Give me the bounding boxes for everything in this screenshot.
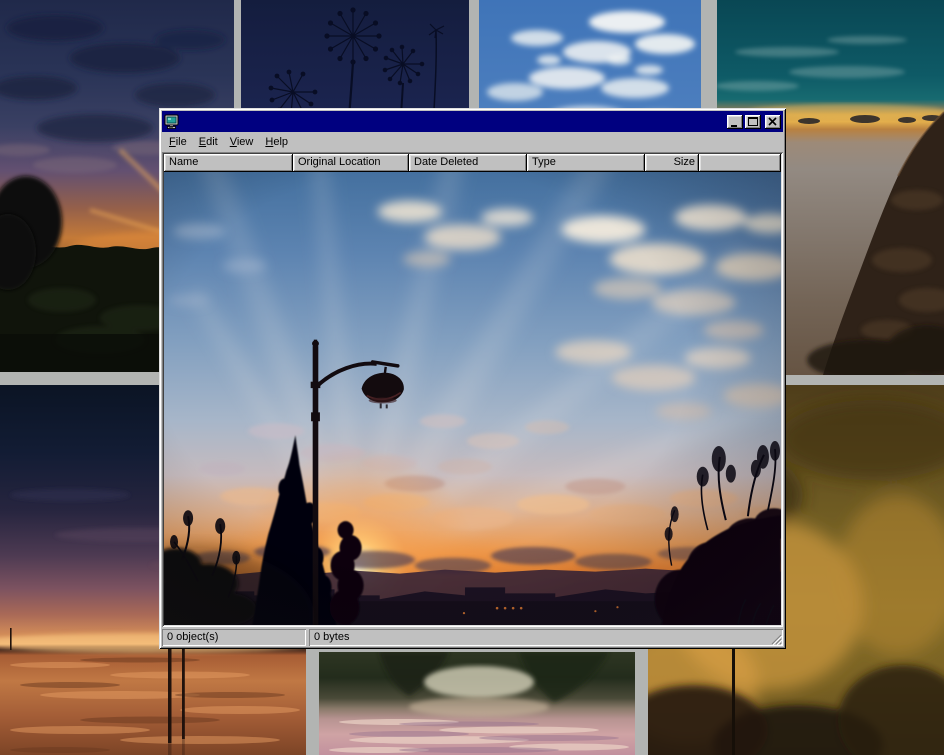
menubar: File Edit View Help <box>162 132 783 152</box>
status-object-count: 0 object(s) <box>162 629 306 646</box>
menu-view[interactable]: View <box>224 134 260 150</box>
minimize-icon <box>727 115 743 129</box>
column-header-filler <box>699 154 781 172</box>
menu-file[interactable]: File <box>163 134 193 150</box>
column-header-date-deleted[interactable]: Date Deleted <box>409 154 527 172</box>
close-icon <box>765 115 781 129</box>
recycle-bin-window: File Edit View Help Name Original Locati… <box>159 108 786 649</box>
column-header-name[interactable]: Name <box>164 154 293 172</box>
file-list-view: Name Original Location Date Deleted Type… <box>162 152 783 627</box>
desktop: File Edit View Help Name Original Locati… <box>0 0 944 755</box>
statusbar: 0 object(s) 0 bytes <box>162 629 783 646</box>
resize-grip[interactable] <box>769 632 782 645</box>
main-photo-sunset-lamp <box>164 172 781 625</box>
menu-edit[interactable]: Edit <box>193 134 224 150</box>
maximize-icon <box>745 115 761 129</box>
column-header-size[interactable]: Size <box>645 154 699 172</box>
computer-icon <box>164 114 180 130</box>
minimize-button[interactable] <box>727 115 743 129</box>
column-header-row: Name Original Location Date Deleted Type… <box>164 154 781 172</box>
column-header-original-location[interactable]: Original Location <box>293 154 409 172</box>
column-header-type[interactable]: Type <box>527 154 645 172</box>
close-button[interactable] <box>765 115 781 129</box>
menu-help[interactable]: Help <box>259 134 294 150</box>
status-byte-count: 0 bytes <box>309 629 783 646</box>
maximize-button[interactable] <box>745 115 761 129</box>
window-titlebar[interactable] <box>162 111 783 132</box>
background-photo-reflection <box>319 652 635 755</box>
